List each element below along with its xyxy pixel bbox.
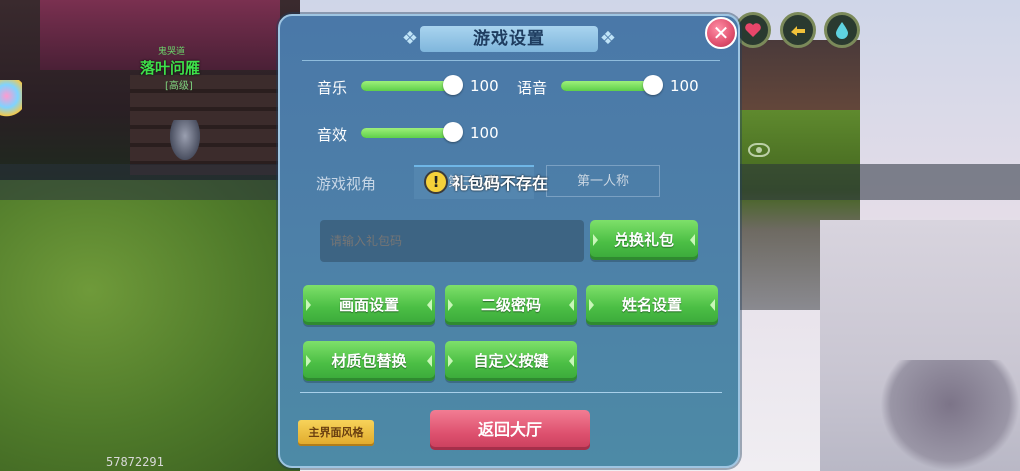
music-value: 100 [470, 77, 499, 95]
divider [300, 392, 722, 393]
sfx-slider[interactable] [361, 122, 463, 142]
npc-tag: [高级] [165, 81, 193, 92]
drop-icon [836, 22, 848, 39]
arrow-button[interactable] [780, 12, 816, 48]
redeem-gift-button[interactable]: 兑换礼包 [590, 220, 698, 260]
npc-title: 鬼哭道 [158, 47, 186, 57]
toast-text: 礼包码不存在 [452, 174, 549, 193]
warning-icon: ! [424, 170, 448, 194]
music-label: 音乐 [317, 79, 348, 97]
back-to-lobby-button[interactable]: 返回大厅 [430, 410, 590, 450]
music-slider-knob[interactable] [443, 75, 463, 95]
music-slider-fill [361, 81, 453, 91]
player-coordinate: 57872291 [106, 455, 164, 469]
main-style-button[interactable]: 主界面风格 [298, 420, 374, 446]
toast-message: ! 礼包码不存在 [424, 168, 548, 196]
view-label: 游戏视角 [316, 175, 377, 193]
music-slider[interactable] [361, 75, 463, 95]
close-icon: ✕ [712, 21, 730, 45]
heart-button[interactable] [735, 12, 771, 48]
heart-icon [745, 23, 761, 37]
custom-keys-button[interactable]: 自定义按键 [445, 341, 577, 381]
voice-value: 100 [670, 77, 699, 95]
tree [880, 360, 1020, 471]
voice-slider-fill [561, 81, 653, 91]
texture-pack-button[interactable]: 材质包替换 [303, 341, 435, 381]
divider [302, 60, 720, 61]
ornament-icon: ❖ [401, 28, 419, 49]
stairs [130, 75, 280, 175]
sfx-label: 音效 [317, 126, 348, 144]
voice-label: 语音 [517, 79, 548, 97]
voice-slider[interactable] [561, 75, 663, 95]
title-wrap: ❖ 游戏设置 ❖ [400, 24, 618, 54]
drop-button[interactable] [824, 12, 860, 48]
graphics-settings-button[interactable]: 画面设置 [303, 285, 435, 325]
eye-icon[interactable] [748, 143, 770, 157]
voice-slider-knob[interactable] [643, 75, 663, 95]
arrow-icon [791, 26, 805, 36]
gift-code-input[interactable] [320, 220, 584, 262]
sfx-slider-fill [361, 128, 453, 138]
close-button[interactable]: ✕ [705, 17, 737, 49]
player-character [170, 120, 200, 160]
npc-name: 落叶问雁 [140, 59, 201, 77]
gem-icon[interactable] [0, 80, 22, 120]
view-option-first-person[interactable]: 第一人称 [546, 165, 660, 197]
sfx-value: 100 [470, 124, 499, 142]
sfx-slider-knob[interactable] [443, 122, 463, 142]
ornament-icon: ❖ [599, 28, 617, 49]
panel-title: 游戏设置 [473, 29, 545, 49]
secondary-password-button[interactable]: 二级密码 [445, 285, 577, 325]
name-settings-button[interactable]: 姓名设置 [586, 285, 718, 325]
ground [0, 170, 300, 471]
